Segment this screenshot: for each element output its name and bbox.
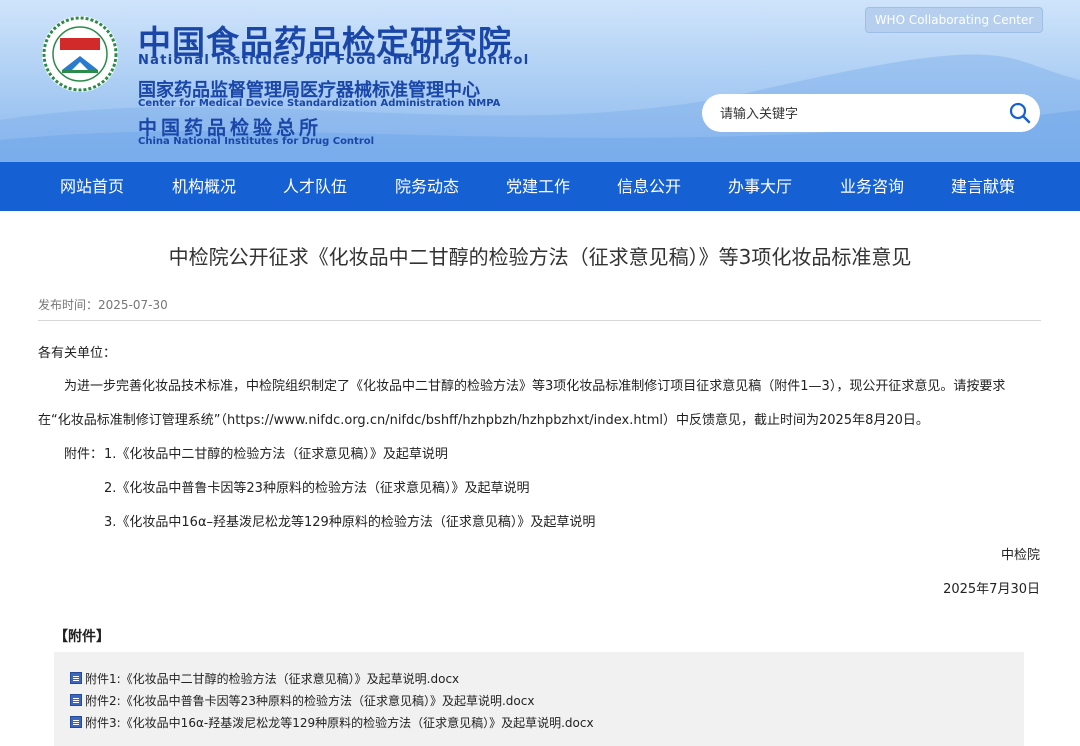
site-name-en: National Institutes for Food and Drug Co… [138,53,530,68]
article-title: 中检院公开征求《化妆品中二甘醇的检验方法（征求意见稿）》等3项化妆品标准意见 [168,245,912,269]
nav-item-services[interactable]: 办事大厅 [728,162,792,211]
search-input[interactable] [718,94,992,134]
nav-item-party[interactable]: 党建工作 [506,162,570,211]
attachments-box: 附件1:《化妆品中二甘醇的检验方法（征求意见稿）》及起草说明.docx 附件2:… [54,652,1024,746]
title-divider [38,320,1041,321]
sub-name-1-en: Center for Medical Device Standardizatio… [138,98,501,109]
attachment-file-name[interactable]: 附件3:《化妆品中16α-羟基泼尼松龙等129种原料的检验方法（征求意见稿）》及… [85,716,594,730]
attachment-link-3[interactable]: 附件3:《化妆品中16α-羟基泼尼松龙等129种原料的检验方法（征求意见稿）》及… [70,714,594,732]
body-paragraph-line-2: 在“化妆品标准制修订管理系统”（https://www.nifdc.org.cn… [38,413,929,428]
sub-name-2-en: China National Institutes for Drug Contr… [138,136,375,147]
attachment-list-label: 附件： [64,447,104,462]
body-paragraph-line-1: 为进一步完善化妆品技术标准，中检院组织制定了《化妆品中二甘醇的检验方法》等3项化… [64,379,1006,394]
nav-item-consult[interactable]: 业务咨询 [840,162,904,211]
attachment-file-name[interactable]: 附件1:《化妆品中二甘醇的检验方法（征求意见稿）》及起草说明.docx [85,672,459,686]
document-icon [70,716,82,728]
main-nav: 网站首页 机构概况 人才队伍 院务动态 党建工作 信息公开 办事大厅 业务咨询 … [0,162,1080,211]
attachment-list-item: 3.《化妆品中16α–羟基泼尼松龙等129种原料的检验方法（征求意见稿）》及起草… [104,515,596,530]
nifdc-logo[interactable] [40,14,120,94]
signature-date: 2025年7月30日 [943,582,1040,597]
document-icon [70,672,82,684]
attachment-list-item: 1.《化妆品中二甘醇的检验方法（征求意见稿）》及起草说明 [104,447,448,462]
publish-date: 发布时间：2025-07-30 [38,298,168,312]
nav-item-about[interactable]: 机构概况 [172,162,236,211]
search-icon[interactable] [1008,101,1032,125]
search-bar [702,94,1040,134]
nav-item-talent[interactable]: 人才队伍 [283,162,347,211]
document-icon [70,694,82,706]
nav-item-info[interactable]: 信息公开 [617,162,681,211]
nav-item-news[interactable]: 院务动态 [395,162,459,211]
nav-item-suggestions[interactable]: 建言献策 [951,162,1015,211]
nav-item-home[interactable]: 网站首页 [60,162,124,211]
attachment-link-1[interactable]: 附件1:《化妆品中二甘醇的检验方法（征求意见稿）》及起草说明.docx [70,670,459,688]
attachments-heading: 【附件】 [54,629,110,645]
attachment-file-name[interactable]: 附件2:《化妆品中普鲁卡因等23种原料的检验方法（征求意见稿）》及起草说明.do… [85,694,534,708]
signature: 中检院 [1000,548,1040,563]
attachment-link-2[interactable]: 附件2:《化妆品中普鲁卡因等23种原料的检验方法（征求意见稿）》及起草说明.do… [70,692,534,710]
salutation: 各有关单位： [38,346,117,361]
attachment-list-item: 2.《化妆品中普鲁卡因等23种原料的检验方法（征求意见稿）》及起草说明 [104,481,530,496]
site-header: 中国食品药品检定研究院 National Institutes for Food… [0,0,1080,162]
who-collaborating-center-button[interactable]: WHO Collaborating Center [865,7,1043,33]
